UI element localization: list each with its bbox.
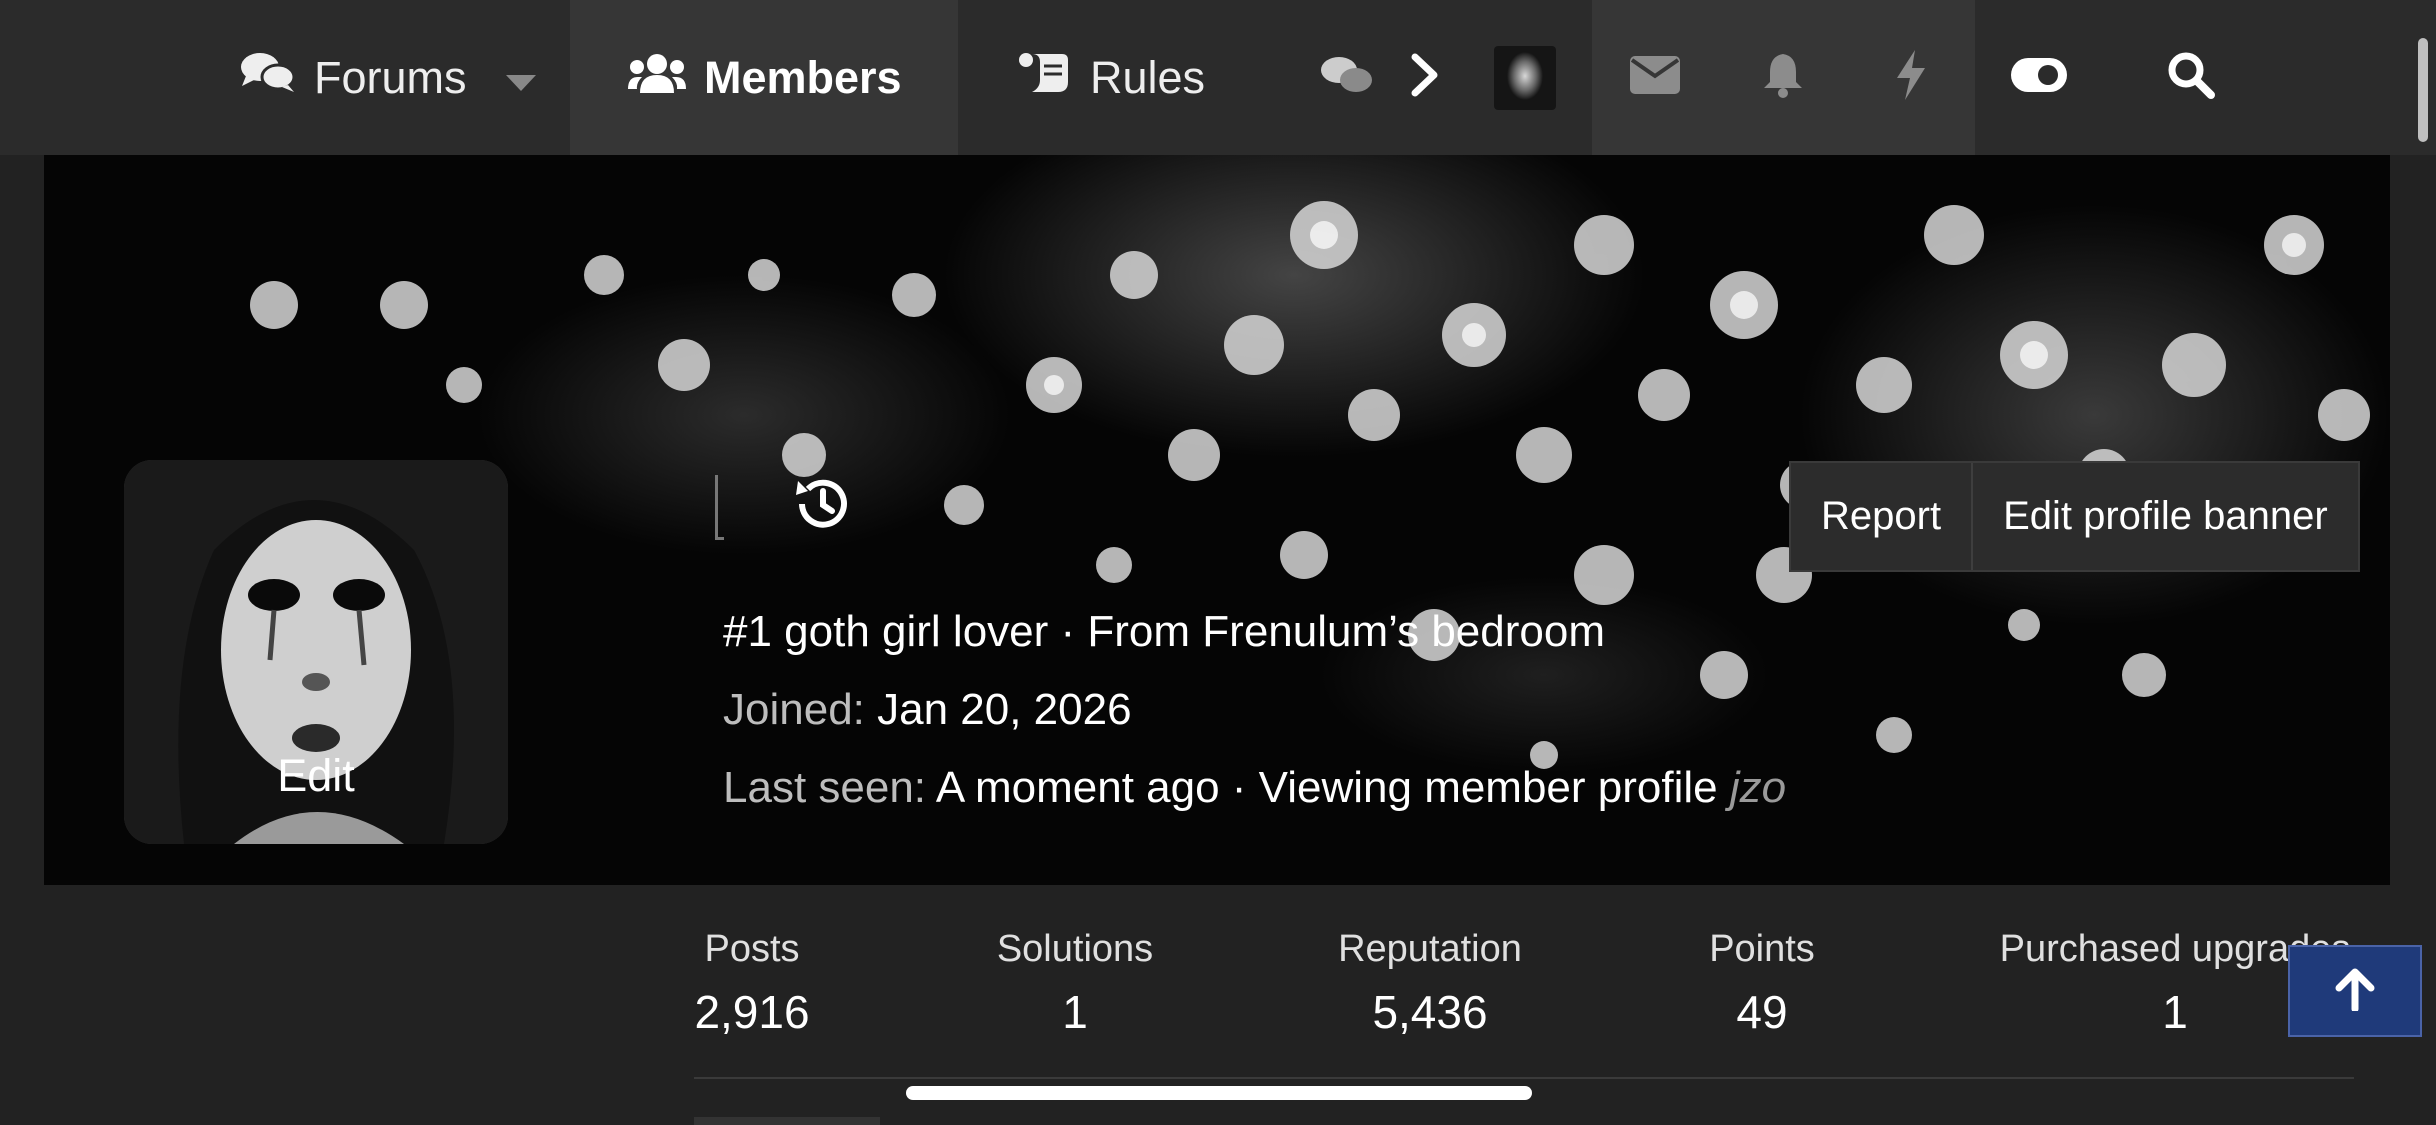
last-seen-line: Last seen: A moment ago · Viewing member… bbox=[723, 763, 1786, 813]
tab-strip-peek bbox=[694, 1117, 880, 1125]
whats-new-button[interactable] bbox=[1856, 0, 1966, 155]
envelope-icon bbox=[1630, 56, 1680, 99]
stat-value: 49 bbox=[1736, 986, 1788, 1038]
user-location[interactable]: From Frenulum’s bedroom bbox=[1087, 607, 1605, 656]
profile-banner: Edit Report Edit profile banner #1 goth … bbox=[44, 155, 2390, 885]
username-placeholder-mark bbox=[715, 475, 724, 540]
user-title: #1 goth girl lover bbox=[723, 607, 1049, 656]
stat-label: Solutions bbox=[996, 928, 1154, 970]
search-icon bbox=[2167, 51, 2215, 104]
nav-forums[interactable]: Forums bbox=[240, 0, 467, 155]
account-avatar-button[interactable] bbox=[1470, 0, 1580, 155]
last-seen-label: Last seen: bbox=[723, 763, 927, 812]
joined-line: Joined: Jan 20, 2026 bbox=[723, 685, 1132, 735]
stats-divider bbox=[694, 1077, 2354, 1079]
profile-actions: Report Edit profile banner bbox=[1789, 461, 2360, 572]
nav-rules[interactable]: Rules bbox=[1018, 0, 1205, 155]
inbox-button[interactable] bbox=[1600, 0, 1710, 155]
nav-forums-label: Forums bbox=[314, 51, 467, 103]
nav-scroll-right[interactable] bbox=[1370, 0, 1480, 155]
back-to-top-button[interactable] bbox=[2288, 945, 2422, 1037]
theme-toggle-button[interactable] bbox=[1984, 0, 2094, 155]
home-indicator[interactable] bbox=[906, 1086, 1532, 1100]
account-avatar bbox=[1494, 45, 1556, 110]
toggle-icon bbox=[2011, 58, 2067, 97]
stat-value: 2,916 bbox=[694, 986, 810, 1038]
scroll-icon bbox=[1018, 50, 1072, 105]
chevron-right-icon bbox=[1410, 53, 1440, 102]
stat-points[interactable]: Points 49 bbox=[1700, 928, 1824, 1039]
separator: · bbox=[1219, 763, 1259, 812]
stat-solutions[interactable]: Solutions 1 bbox=[980, 928, 1170, 1039]
forums-dropdown-toggle[interactable] bbox=[506, 0, 536, 155]
top-navigation: Forums Members Rules bbox=[0, 0, 2436, 155]
search-button[interactable] bbox=[2136, 0, 2246, 155]
stat-label: Reputation bbox=[1338, 928, 1522, 970]
separator: · bbox=[1048, 607, 1088, 656]
report-button[interactable]: Report bbox=[1791, 463, 1971, 570]
bell-icon bbox=[1762, 52, 1804, 103]
bolt-icon bbox=[1895, 50, 1927, 105]
nav-members[interactable]: Members bbox=[628, 0, 902, 155]
avatar-edit-label[interactable]: Edit bbox=[124, 750, 508, 802]
joined-label: Joined: bbox=[723, 685, 865, 734]
arrow-up-icon bbox=[2335, 967, 2375, 1016]
activity-user-link[interactable]: jzo bbox=[1730, 763, 1786, 812]
alerts-button[interactable] bbox=[1728, 0, 1838, 155]
users-icon bbox=[628, 52, 686, 104]
nav-rules-label: Rules bbox=[1090, 51, 1206, 103]
stat-reputation[interactable]: Reputation 5,436 bbox=[1320, 928, 1540, 1039]
stat-value: 1 bbox=[1062, 986, 1088, 1038]
profile-title-line: #1 goth girl lover · From Frenulum’s bed… bbox=[723, 607, 1605, 657]
joined-date: Jan 20, 2026 bbox=[877, 685, 1132, 734]
nav-members-label: Members bbox=[704, 51, 902, 103]
chat-bubbles-icon bbox=[1319, 54, 1375, 101]
stat-value: 5,436 bbox=[1372, 986, 1488, 1038]
stat-label: Points bbox=[1709, 928, 1815, 970]
comments-icon bbox=[240, 50, 296, 105]
page-scrollbar[interactable] bbox=[2418, 38, 2428, 142]
stat-posts[interactable]: Posts 2,916 bbox=[692, 928, 812, 1039]
profile-avatar[interactable]: Edit bbox=[124, 460, 508, 844]
edit-banner-button[interactable]: Edit profile banner bbox=[1971, 463, 2358, 570]
history-icon[interactable] bbox=[792, 473, 854, 535]
last-seen-value: A moment ago bbox=[935, 763, 1220, 812]
stat-label: Posts bbox=[704, 928, 800, 970]
caret-down-icon bbox=[506, 52, 536, 104]
activity-text: Viewing member profile bbox=[1258, 763, 1718, 812]
